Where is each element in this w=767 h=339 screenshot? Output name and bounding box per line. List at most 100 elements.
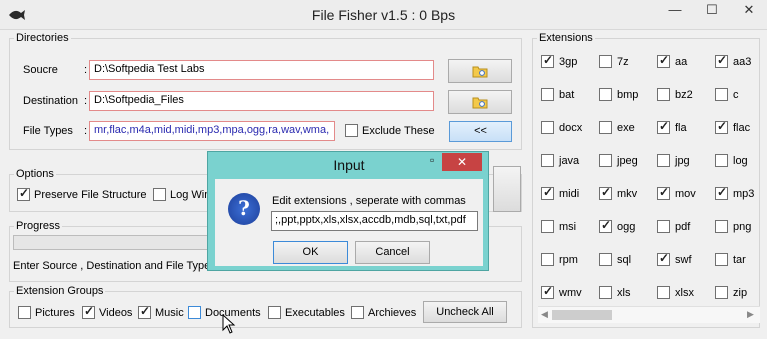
ext-xlsx[interactable]: xlsx xyxy=(657,286,694,299)
ext-bat-box[interactable] xyxy=(541,88,554,101)
group-music[interactable]: Music xyxy=(138,304,184,319)
dialog-input[interactable]: ;,ppt,pptx,xls,xlsx,accdb,mdb,sql,txt,pd… xyxy=(271,211,478,231)
ext-sql[interactable]: sql xyxy=(599,253,631,266)
exclude-box[interactable] xyxy=(345,124,358,137)
ext-bat[interactable]: bat xyxy=(541,88,574,101)
scroll-thumb[interactable] xyxy=(552,310,612,320)
ext-bmp[interactable]: bmp xyxy=(599,88,638,101)
ext-mkv-box[interactable] xyxy=(599,185,612,200)
ext-docx[interactable]: docx xyxy=(541,121,582,134)
ext-c-box[interactable] xyxy=(715,88,728,101)
ext-rpm[interactable]: rpm xyxy=(541,253,578,266)
ext-xls-box[interactable] xyxy=(599,286,612,299)
scroll-right-icon[interactable]: ▶ xyxy=(747,309,754,320)
ext-sql-box[interactable] xyxy=(599,253,612,266)
ext-c[interactable]: c xyxy=(715,88,739,101)
browse-source-button[interactable] xyxy=(448,59,512,83)
ext-jpg[interactable]: jpg xyxy=(657,154,690,167)
ext-tar-box[interactable] xyxy=(715,253,728,266)
ext-aa3-box[interactable] xyxy=(715,53,728,68)
log-box[interactable] xyxy=(153,188,166,201)
ext-exe[interactable]: exe xyxy=(599,121,635,134)
destination-field[interactable]: D:\Softpedia_Files xyxy=(89,91,434,111)
uncheck-all-button[interactable]: Uncheck All xyxy=(423,301,507,323)
ext-java[interactable]: java xyxy=(541,154,579,167)
ext-7z-box[interactable] xyxy=(599,55,612,68)
preserve-box[interactable] xyxy=(17,186,30,201)
extensions-scrollbar[interactable]: ◀ ▶ xyxy=(538,306,760,323)
ext-tar[interactable]: tar xyxy=(715,253,746,266)
ext-mp3[interactable]: mp3 xyxy=(715,185,754,200)
ext-swf-box[interactable] xyxy=(657,251,670,266)
ext-fla[interactable]: fla xyxy=(657,119,687,134)
exclude-checkbox[interactable]: Exclude These xyxy=(345,124,435,137)
dialog-close-button[interactable]: ✕ xyxy=(442,153,482,171)
ext-flac-box[interactable] xyxy=(715,119,728,134)
ext-mp3-box[interactable] xyxy=(715,185,728,200)
group-music-box[interactable] xyxy=(138,304,151,319)
ext-docx-box[interactable] xyxy=(541,121,554,134)
ext-aa-box[interactable] xyxy=(657,53,670,68)
group-executables-box[interactable] xyxy=(268,306,281,319)
ext-midi[interactable]: midi xyxy=(541,185,579,200)
start-button[interactable] xyxy=(493,166,521,212)
ext-wmv-box[interactable] xyxy=(541,284,554,299)
log-window-checkbox[interactable]: Log Win xyxy=(153,188,210,201)
ext-jpeg[interactable]: jpeg xyxy=(599,154,638,167)
ext-xls[interactable]: xls xyxy=(599,286,630,299)
ext-rpm-box[interactable] xyxy=(541,253,554,266)
ext-msi-box[interactable] xyxy=(541,220,554,233)
ext-mov-box[interactable] xyxy=(657,185,670,200)
scroll-left-icon[interactable]: ◀ xyxy=(541,309,548,320)
ext-log-box[interactable] xyxy=(715,154,728,167)
ext-zip-box[interactable] xyxy=(715,286,728,299)
ext-pdf-box[interactable] xyxy=(657,220,670,233)
ext-png[interactable]: png xyxy=(715,220,751,233)
ext-bz2[interactable]: bz2 xyxy=(657,88,693,101)
group-pictures-box[interactable] xyxy=(18,306,31,319)
ext-aa3[interactable]: aa3 xyxy=(715,53,751,68)
ext-ogg-box[interactable] xyxy=(599,218,612,233)
source-field[interactable]: D:\Softpedia Test Labs xyxy=(89,60,434,80)
ext-jpg-box[interactable] xyxy=(657,154,670,167)
ext-7z[interactable]: 7z xyxy=(599,55,629,68)
ext-java-box[interactable] xyxy=(541,154,554,167)
preserve-structure-checkbox[interactable]: Preserve File Structure xyxy=(17,186,146,201)
group-archieves[interactable]: Archieves xyxy=(351,306,416,319)
ext-mov[interactable]: mov xyxy=(657,185,696,200)
ext-pdf[interactable]: pdf xyxy=(657,220,690,233)
group-documents-box[interactable] xyxy=(188,306,201,319)
ext-swf[interactable]: swf xyxy=(657,251,692,266)
browse-destination-button[interactable] xyxy=(448,90,512,114)
ext-jpeg-box[interactable] xyxy=(599,154,612,167)
ext-midi-box[interactable] xyxy=(541,185,554,200)
group-videos[interactable]: Videos xyxy=(82,304,132,319)
ext-exe-box[interactable] xyxy=(599,121,612,134)
ext-ogg[interactable]: ogg xyxy=(599,218,635,233)
minimize-button[interactable]: — xyxy=(660,0,690,22)
group-pictures[interactable]: Pictures xyxy=(18,306,75,319)
ext-wmv[interactable]: wmv xyxy=(541,284,582,299)
group-executables[interactable]: Executables xyxy=(268,306,345,319)
ext-png-box[interactable] xyxy=(715,220,728,233)
ext-bz2-box[interactable] xyxy=(657,88,670,101)
group-archieves-box[interactable] xyxy=(351,306,364,319)
ext-flac[interactable]: flac xyxy=(715,119,750,134)
group-videos-box[interactable] xyxy=(82,304,95,319)
dialog-minimize-icon[interactable]: ▫ xyxy=(430,153,442,167)
maximize-button[interactable]: ☐ xyxy=(697,0,727,22)
ext-aa[interactable]: aa xyxy=(657,53,687,68)
ext-log[interactable]: log xyxy=(715,154,748,167)
dialog-cancel-button[interactable]: Cancel xyxy=(355,241,430,264)
dialog-ok-button[interactable]: OK xyxy=(273,241,348,264)
ext-msi[interactable]: msi xyxy=(541,220,576,233)
close-button[interactable]: ✕ xyxy=(734,0,764,22)
file-types-field[interactable]: mr,flac,m4a,mid,midi,mp3,mpa,ogg,ra,wav,… xyxy=(89,121,335,141)
ext-bmp-box[interactable] xyxy=(599,88,612,101)
ext-xlsx-box[interactable] xyxy=(657,286,670,299)
ext-3gp-box[interactable] xyxy=(541,53,554,68)
ext-3gp[interactable]: 3gp xyxy=(541,53,577,68)
ext-fla-box[interactable] xyxy=(657,119,670,134)
ext-mkv[interactable]: mkv xyxy=(599,185,637,200)
toggle-extensions-button[interactable]: << xyxy=(449,121,512,142)
